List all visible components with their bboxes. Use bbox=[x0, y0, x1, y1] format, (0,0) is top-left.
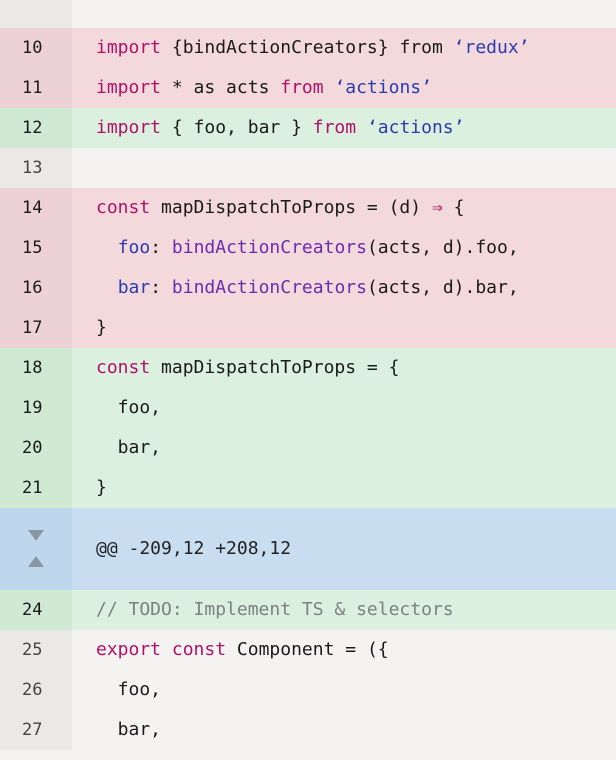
diff-view: 10 import {bindActionCreators} from ‘redu… bbox=[0, 0, 616, 760]
code-token: bar, bbox=[96, 437, 162, 458]
expand-down-icon[interactable] bbox=[28, 530, 44, 541]
diff-line-del: 17} bbox=[0, 308, 616, 348]
line-number: 24 bbox=[0, 590, 72, 630]
code-token: mapDispatchToProps = { bbox=[150, 357, 400, 378]
diff-line-add: 20 bar, bbox=[0, 428, 616, 468]
code-token: foo, bbox=[96, 397, 162, 418]
code-token: } bbox=[96, 317, 107, 338]
line-number: 15 bbox=[0, 228, 72, 268]
code-content: import { foo, bar } from ‘actions’ bbox=[72, 108, 616, 148]
code-token: const bbox=[171, 639, 227, 660]
code-token: bindActionCreators bbox=[171, 277, 367, 298]
code-token: : bbox=[150, 277, 172, 298]
code-token: export bbox=[96, 639, 162, 660]
diff-line-add: 19 foo, bbox=[0, 388, 616, 428]
diff-line-del: 15 foo: bindActionCreators(acts, d).foo, bbox=[0, 228, 616, 268]
code-content: bar, bbox=[72, 428, 616, 468]
code-token: // TODO: Implement TS & selectors bbox=[96, 599, 454, 620]
code-content: foo: bindActionCreators(acts, d).foo, bbox=[72, 228, 616, 268]
code-token: bindActionCreators bbox=[171, 237, 367, 258]
code-token: : bbox=[150, 237, 172, 258]
line-number: 19 bbox=[0, 388, 72, 428]
code-content bbox=[72, 148, 616, 188]
code-token: from bbox=[280, 77, 324, 98]
diff-line-ctx: 27 bar, bbox=[0, 710, 616, 750]
diff-line-ctx bbox=[0, 0, 616, 28]
diff-line-ctx: 13 bbox=[0, 148, 616, 188]
line-number: 18 bbox=[0, 348, 72, 388]
code-token: } bbox=[96, 477, 107, 498]
code-content: // TODO: Implement TS & selectors bbox=[72, 590, 616, 630]
hunk-header[interactable]: @@ -209,12 +208,12 bbox=[0, 508, 616, 590]
code-content: foo, bbox=[72, 388, 616, 428]
code-content bbox=[72, 0, 616, 28]
line-number bbox=[0, 0, 72, 28]
line-number: 17 bbox=[0, 308, 72, 348]
hunk-range: @@ -209,12 +208,12 bbox=[72, 508, 616, 590]
diff-line-add: 21} bbox=[0, 468, 616, 508]
line-number: 11 bbox=[0, 68, 72, 108]
diff-line-del: 14 const mapDispatchToProps = (d) ⇒ { bbox=[0, 188, 616, 228]
code-token: Component = ({ bbox=[226, 639, 389, 660]
expand-up-icon[interactable] bbox=[28, 556, 44, 567]
code-token: import bbox=[96, 117, 162, 138]
code-content: bar: bindActionCreators(acts, d).bar, bbox=[72, 268, 616, 308]
code-content: foo, bbox=[72, 670, 616, 710]
code-content: const mapDispatchToProps = (d) ⇒ { bbox=[72, 188, 616, 228]
code-content: import {bindActionCreators} from ‘redux’ bbox=[72, 28, 616, 68]
code-token: const bbox=[96, 197, 151, 218]
diff-line-add: 12 import { foo, bar } from ‘actions’ bbox=[0, 108, 616, 148]
code-token: * as acts bbox=[161, 77, 281, 98]
line-number: 16 bbox=[0, 268, 72, 308]
code-token: (acts, d).bar, bbox=[366, 277, 519, 298]
line-number: 25 bbox=[0, 630, 72, 670]
code-content: const mapDispatchToProps = { bbox=[72, 348, 616, 388]
code-token: (acts, d).foo, bbox=[366, 237, 519, 258]
code-token: { bbox=[442, 197, 465, 218]
code-token: ‘redux’ bbox=[453, 37, 530, 58]
line-number: 27 bbox=[0, 710, 72, 750]
diff-line-ctx: 25 export const Component = ({ bbox=[0, 630, 616, 670]
diff-line-del: 16 bar: bindActionCreators(acts, d).bar, bbox=[0, 268, 616, 308]
code-token: const bbox=[96, 357, 151, 378]
code-token: bar, bbox=[96, 719, 162, 740]
code-token: {bindActionCreators} from bbox=[161, 37, 454, 58]
code-content: } bbox=[72, 308, 616, 348]
diff-line-del: 10 import {bindActionCreators} from ‘redu… bbox=[0, 28, 616, 68]
line-number bbox=[0, 508, 72, 590]
line-number: 10 bbox=[0, 28, 72, 68]
diff-line-add: 18 const mapDispatchToProps = { bbox=[0, 348, 616, 388]
line-number: 20 bbox=[0, 428, 72, 468]
diff-line-add: 24 // TODO: Implement TS & selectors bbox=[0, 590, 616, 630]
code-token: mapDispatchToProps = (d) bbox=[150, 197, 432, 218]
line-number: 26 bbox=[0, 670, 72, 710]
code-token: import bbox=[96, 37, 162, 58]
line-number: 14 bbox=[0, 188, 72, 228]
line-number: 21 bbox=[0, 468, 72, 508]
code-content: bar, bbox=[72, 710, 616, 750]
diff-line-ctx: 26 foo, bbox=[0, 670, 616, 710]
code-content: export const Component = ({ bbox=[72, 630, 616, 670]
code-content: } bbox=[72, 468, 616, 508]
code-token: { foo, bar } bbox=[161, 117, 313, 138]
code-token: bar bbox=[117, 277, 151, 298]
line-number: 13 bbox=[0, 148, 72, 188]
code-token: foo, bbox=[96, 679, 162, 700]
diff-line-del: 11 import * as acts from ‘actions’ bbox=[0, 68, 616, 108]
code-token: ‘actions’ bbox=[334, 77, 432, 98]
code-token: import bbox=[96, 77, 162, 98]
code-token: from bbox=[312, 117, 357, 138]
code-token: foo bbox=[117, 237, 151, 258]
code-token: @@ -209,12 +208,12 bbox=[96, 538, 292, 559]
code-token: ⇒ bbox=[431, 197, 443, 218]
code-token: ‘actions’ bbox=[366, 117, 465, 138]
line-number: 12 bbox=[0, 108, 72, 148]
code-content: import * as acts from ‘actions’ bbox=[72, 68, 616, 108]
